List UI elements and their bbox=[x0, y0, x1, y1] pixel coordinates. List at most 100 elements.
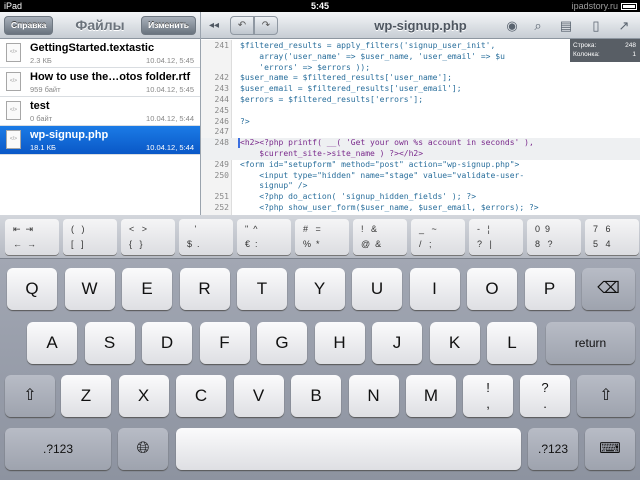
key-w[interactable]: W bbox=[64, 268, 115, 310]
key-p[interactable]: P bbox=[524, 268, 575, 310]
key-m[interactable]: M bbox=[406, 375, 456, 417]
extra-key[interactable]: ' $ . bbox=[179, 219, 233, 255]
extra-key-top: ! & bbox=[361, 224, 378, 234]
extra-key-top: ' bbox=[187, 224, 197, 234]
file-icon: </> bbox=[6, 43, 21, 62]
numbers-key-right[interactable]: .?123 bbox=[528, 428, 578, 470]
globe-icon: 🌐︎ bbox=[136, 440, 150, 457]
extra-key-top: 0 9 bbox=[535, 224, 551, 234]
code-line[interactable]: 249 <form id="setupform" method="post" ac… bbox=[201, 160, 640, 171]
file-size: 2.3 КБ bbox=[30, 56, 52, 65]
hide-keyboard-key[interactable]: ⌨ bbox=[585, 428, 635, 470]
key-t[interactable]: T bbox=[237, 268, 287, 310]
extra-key-bottom: [ ] bbox=[71, 239, 84, 249]
key-d[interactable]: D bbox=[142, 322, 192, 364]
key-h[interactable]: H bbox=[314, 322, 365, 364]
key-x[interactable]: X bbox=[118, 375, 169, 417]
key-n[interactable]: N bbox=[348, 375, 399, 417]
key-c[interactable]: C bbox=[176, 375, 226, 417]
file-name: How to use the…otos folder.rtf bbox=[30, 71, 191, 83]
eye-icon[interactable]: ◉ bbox=[503, 17, 521, 34]
file-item-gettingstarted[interactable]: </> GettingStarted.textastic 2.3 КБ 10.0… bbox=[0, 39, 200, 68]
globe-key[interactable]: 🌐︎ bbox=[118, 428, 168, 470]
file-size: 959 байт bbox=[30, 85, 61, 94]
line-value: 248 bbox=[625, 42, 636, 49]
file-item-test[interactable]: </> test 0 байт 10.04.12, 5:44 bbox=[0, 97, 200, 126]
line-number: 250 bbox=[214, 170, 229, 180]
line-number: 244 bbox=[214, 95, 229, 104]
column-label: Колонка: bbox=[573, 51, 600, 58]
symbols-icon[interactable]: ▤ bbox=[557, 17, 575, 34]
exclamation-comma-key[interactable]: !, bbox=[463, 375, 513, 417]
extra-key[interactable]: < > { } bbox=[121, 219, 175, 255]
space-key[interactable] bbox=[176, 428, 521, 470]
extra-key-top: - ¦ bbox=[477, 224, 490, 234]
key-l[interactable]: L bbox=[487, 322, 537, 364]
extra-key[interactable]: _ ~ / ; bbox=[411, 219, 465, 255]
shift-right-key[interactable]: ⇧ bbox=[577, 375, 635, 417]
code-line[interactable]: 243 $user_email = $filtered_results['user… bbox=[201, 84, 640, 95]
extra-key-bottom: { } bbox=[129, 239, 143, 249]
return-key[interactable]: return bbox=[546, 322, 635, 364]
code-line[interactable]: 248 <h2><?php printf( __( 'Get your own %… bbox=[201, 138, 640, 149]
extra-key[interactable]: ! & @ & bbox=[353, 219, 407, 255]
cursor-position-panel: Строка: 248 Колонка: 1 bbox=[570, 39, 640, 62]
key-top-char: ? bbox=[541, 380, 549, 395]
search-icon[interactable]: ⌕ bbox=[529, 17, 547, 34]
key-a[interactable]: A bbox=[27, 322, 77, 364]
extra-key[interactable]: ⇤ ⇥ ← → bbox=[5, 219, 59, 255]
key-i[interactable]: I bbox=[409, 268, 460, 310]
code-line[interactable]: 250 <input type="hidden" name="stage" va… bbox=[201, 171, 640, 182]
file-date: 10.04.12, 5:45 bbox=[146, 85, 194, 94]
file-item-howto[interactable]: </> How to use the…otos folder.rtf 959 б… bbox=[0, 68, 200, 97]
question-period-key[interactable]: ?. bbox=[520, 375, 570, 417]
code-line[interactable]: $current_site->site_name ) ?></h2> bbox=[201, 149, 640, 160]
key-g[interactable]: G bbox=[257, 322, 307, 364]
extra-key[interactable]: 0 9 8 ? bbox=[527, 219, 581, 255]
column-value: 1 bbox=[632, 51, 636, 58]
code-line[interactable]: signup" /> bbox=[201, 181, 640, 192]
code-line[interactable]: 251 <?php do_action( 'signup_hidden_fiel… bbox=[201, 192, 640, 203]
extra-key[interactable]: 7 6 5 4 bbox=[585, 219, 639, 255]
code-line[interactable]: 245 bbox=[201, 106, 640, 117]
code-line[interactable]: 244 $errors = $filtered_results['errors']… bbox=[201, 95, 640, 106]
key-r[interactable]: R bbox=[179, 268, 230, 310]
extra-key[interactable]: " ^ € : bbox=[237, 219, 291, 255]
line-number: 245 bbox=[214, 105, 229, 115]
extra-key-bottom: % * bbox=[303, 239, 320, 249]
line-number: 243 bbox=[214, 84, 229, 94]
code-line[interactable]: 247 bbox=[201, 127, 640, 138]
extra-key-bottom: @ & bbox=[361, 239, 382, 249]
code-line[interactable]: 242 $user_name = $filtered_results['user_… bbox=[201, 73, 640, 84]
key-s[interactable]: S bbox=[84, 322, 135, 364]
line-text: $filtered_results = apply_filters('signu… bbox=[240, 41, 496, 50]
share-icon[interactable]: ↗ bbox=[615, 17, 633, 34]
code-line[interactable]: 'errors' => $errors )); bbox=[201, 63, 640, 74]
key-j[interactable]: J bbox=[372, 322, 422, 364]
key-f[interactable]: F bbox=[199, 322, 250, 364]
key-k[interactable]: K bbox=[429, 322, 480, 364]
extra-key[interactable]: ( ) [ ] bbox=[63, 219, 117, 255]
numbers-key-left[interactable]: .?123 bbox=[5, 428, 111, 470]
code-line[interactable]: 252 <?php show_user_form($user_name, $us… bbox=[201, 203, 640, 214]
key-e[interactable]: E bbox=[122, 268, 172, 310]
key-y[interactable]: Y bbox=[294, 268, 345, 310]
shift-left-key[interactable]: ⇧ bbox=[5, 375, 55, 417]
extra-key[interactable]: # = % * bbox=[295, 219, 349, 255]
code-line[interactable]: 246 ?> bbox=[201, 117, 640, 128]
key-b[interactable]: B bbox=[291, 375, 341, 417]
edit-button[interactable]: Изменить bbox=[141, 16, 196, 35]
key-o[interactable]: O bbox=[467, 268, 517, 310]
document-icon[interactable]: ▯ bbox=[587, 17, 605, 34]
key-z[interactable]: Z bbox=[61, 375, 111, 417]
backspace-key[interactable]: ⌫ bbox=[582, 268, 635, 310]
extra-key[interactable]: - ¦ ? | bbox=[469, 219, 523, 255]
key-q[interactable]: Q bbox=[7, 268, 57, 310]
key-v[interactable]: V bbox=[233, 375, 284, 417]
file-item-wp-signup[interactable]: </> wp-signup.php 18.1 КБ 10.04.12, 5:44 bbox=[0, 126, 200, 155]
line-text: <h2><?php printf( __( 'Get your own %s a… bbox=[240, 138, 534, 148]
key-u[interactable]: U bbox=[352, 268, 402, 310]
shift-icon: ⇧ bbox=[23, 387, 37, 404]
line-text: $user_email = $filtered_results['user_em… bbox=[240, 84, 462, 94]
help-button[interactable]: Справка bbox=[4, 16, 54, 35]
